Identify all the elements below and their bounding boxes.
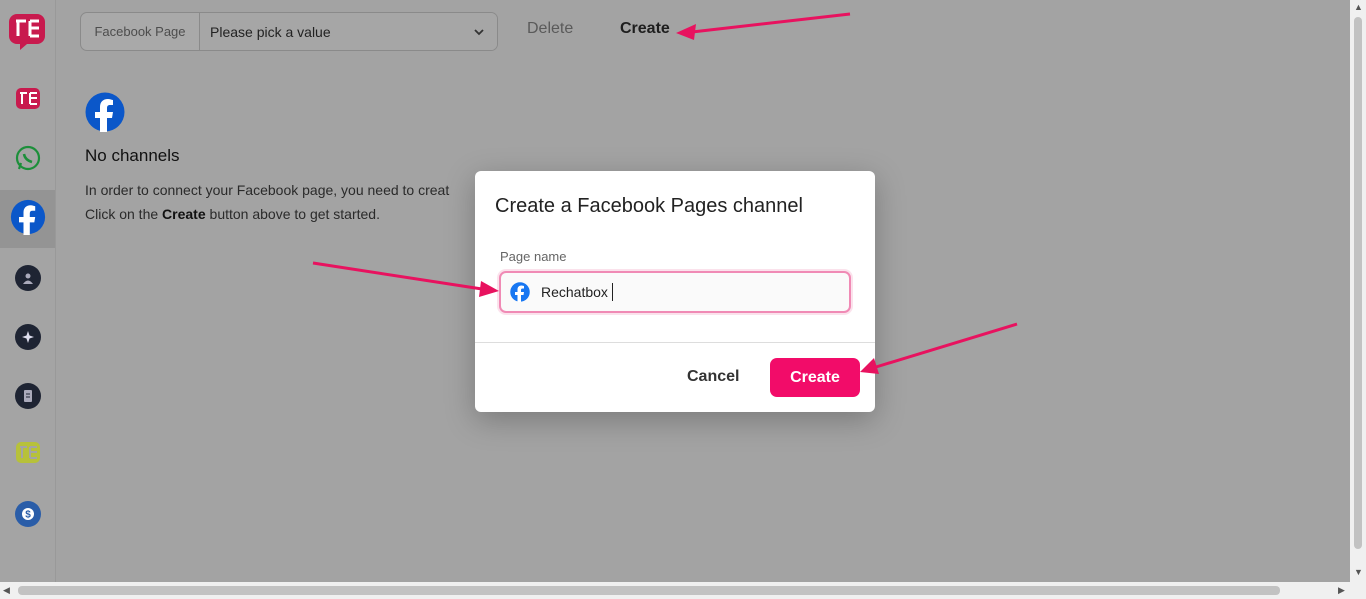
scroll-left-icon[interactable]: ◀: [3, 586, 10, 595]
facebook-page-select-group: Facebook Page Please pick a value: [80, 12, 498, 51]
billing-icon: $: [14, 501, 41, 527]
arrow-to-dialog-create: [860, 322, 1018, 374]
empty-state-line-1: In order to connect your Facebook page, …: [85, 182, 450, 198]
facebook-icon: [510, 282, 530, 302]
sparkle-icon: [14, 324, 41, 350]
document-icon: [14, 383, 41, 409]
whatsapp-icon: [15, 145, 41, 176]
scroll-down-icon[interactable]: ▼: [1354, 568, 1363, 577]
rechatbox-logo-icon[interactable]: [8, 12, 46, 50]
sidebar-item-rechatbox-alt[interactable]: [0, 426, 55, 484]
sidebar-item-ai[interactable]: [0, 308, 55, 366]
sidebar-item-contacts[interactable]: [0, 249, 55, 307]
sidebar: $: [0, 0, 56, 582]
svg-text:$: $: [25, 510, 31, 521]
chevron-down-icon: [473, 25, 485, 43]
text-caret: [612, 283, 613, 301]
vertical-scrollbar[interactable]: ▲ ▼: [1350, 0, 1366, 582]
sidebar-item-billing[interactable]: $: [0, 485, 55, 543]
rechatbox-alt-icon: [15, 440, 41, 471]
horizontal-scrollbar[interactable]: ◀ ▶: [0, 582, 1350, 599]
scrollbar-corner: [1350, 582, 1366, 599]
page-name-input[interactable]: Rechatbox: [499, 271, 851, 313]
facebook-icon: [85, 92, 125, 132]
rechatbox-icon: [15, 86, 41, 117]
facebook-page-select-value: Please pick a value: [210, 24, 331, 40]
facebook-page-select-label: Facebook Page: [81, 13, 200, 50]
empty-state-line-2: Click on the Create button above to get …: [85, 202, 449, 226]
empty-state-description: In order to connect your Facebook page, …: [85, 178, 449, 226]
horizontal-scroll-thumb[interactable]: [18, 586, 1280, 595]
arrow-to-page-name: [312, 261, 499, 297]
delete-button[interactable]: Delete: [527, 20, 573, 38]
contact-icon: [14, 265, 41, 291]
sidebar-item-rechatbox[interactable]: [0, 72, 55, 130]
empty-state-title: No channels: [85, 146, 180, 165]
dialog-divider: [475, 342, 875, 343]
scroll-up-icon[interactable]: ▲: [1354, 3, 1363, 12]
scroll-right-icon[interactable]: ▶: [1338, 586, 1345, 595]
sidebar-item-facebook[interactable]: [0, 190, 55, 248]
facebook-page-select[interactable]: Please pick a value: [200, 13, 497, 50]
vertical-scroll-thumb[interactable]: [1354, 17, 1362, 549]
top-toolbar: Facebook Page Please pick a value Delete…: [56, 0, 1350, 62]
create-button[interactable]: Create: [620, 20, 670, 38]
empty-state-line-2-suffix: button above to get started.: [205, 206, 380, 222]
sidebar-item-docs[interactable]: [0, 367, 55, 425]
create-channel-dialog: Create a Facebook Pages channel Page nam…: [475, 171, 875, 412]
dialog-title: Create a Facebook Pages channel: [495, 195, 803, 217]
empty-state-line-2-prefix: Click on the: [85, 206, 163, 222]
sidebar-item-whatsapp[interactable]: [0, 131, 55, 189]
empty-state-create-hint: Create: [162, 206, 206, 222]
cancel-button[interactable]: Cancel: [687, 368, 739, 386]
dialog-create-button[interactable]: Create: [770, 358, 860, 397]
facebook-icon: [10, 199, 46, 240]
page-name-label: Page name: [500, 249, 567, 264]
page-name-value: Rechatbox: [541, 284, 608, 300]
